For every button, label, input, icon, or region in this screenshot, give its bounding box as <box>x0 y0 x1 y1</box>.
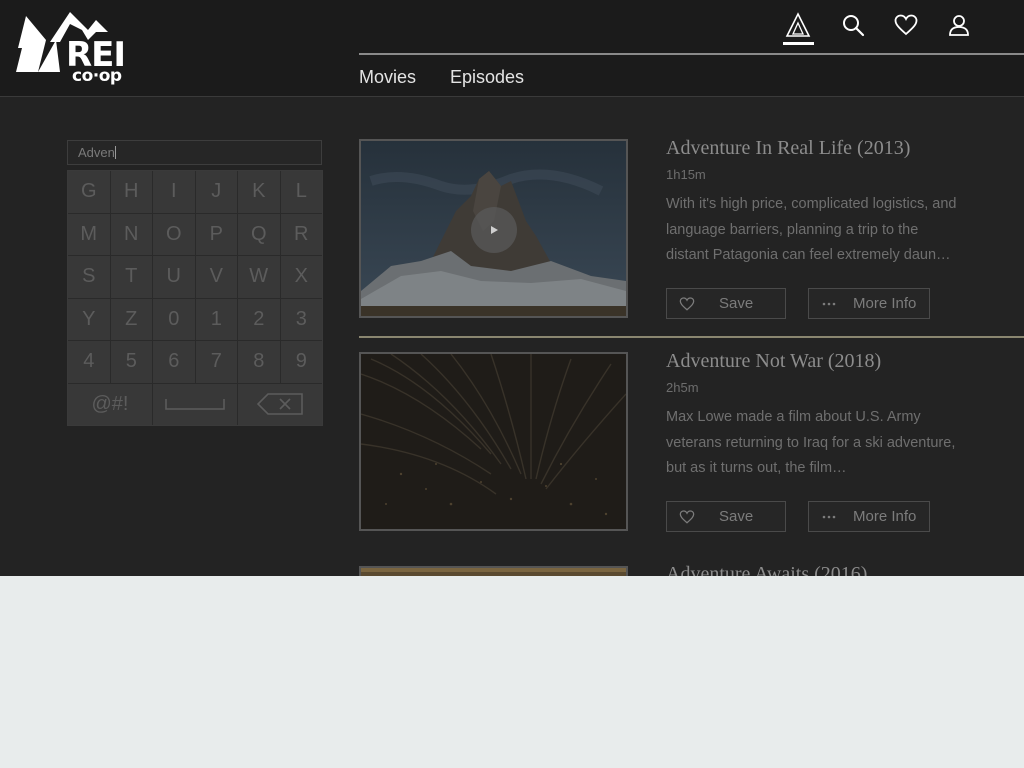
backspace-icon <box>256 393 303 416</box>
search-input[interactable]: Adven <box>67 140 322 165</box>
save-button[interactable]: Save <box>666 501 786 532</box>
search-icon[interactable] <box>838 10 868 40</box>
play-icon <box>491 226 498 234</box>
key[interactable]: X <box>280 256 322 298</box>
key[interactable]: V <box>195 256 237 298</box>
camp-icon[interactable] <box>783 10 813 40</box>
key[interactable]: G <box>68 171 110 213</box>
result-title[interactable]: Adventure Awaits (2016) <box>666 562 867 576</box>
result-item: Adventure Not War (2018) 2h5m Max Lowe m… <box>359 349 1024 552</box>
result-title[interactable]: Adventure In Real Life (2013) <box>666 136 910 160</box>
key[interactable]: P <box>195 213 237 255</box>
key[interactable]: L <box>280 171 322 213</box>
symbols-key[interactable]: @#! <box>68 383 152 425</box>
desert-image <box>361 568 626 576</box>
more-info-label: More Info <box>853 295 917 312</box>
tab-movies[interactable]: Movies <box>359 66 416 88</box>
app-screen: REI co·op Movies Episodes Adven G H I J … <box>0 0 1024 576</box>
space-icon <box>165 399 225 411</box>
key[interactable]: 3 <box>280 298 322 340</box>
result-description: Max Lowe made a film about U.S. Army vet… <box>666 409 956 476</box>
key[interactable]: N <box>110 213 152 255</box>
backspace-key[interactable] <box>238 383 322 425</box>
grass-image <box>361 354 626 529</box>
heart-icon <box>667 509 707 524</box>
key[interactable]: Y <box>68 298 110 340</box>
more-dots-icon <box>809 515 849 519</box>
result-description: With it's high price, complicated logist… <box>666 196 957 263</box>
key[interactable]: K <box>238 171 280 213</box>
key[interactable]: J <box>195 171 237 213</box>
play-button[interactable] <box>471 207 517 253</box>
save-label: Save <box>719 508 754 525</box>
movie-thumbnail[interactable] <box>359 139 628 318</box>
heart-icon[interactable] <box>891 10 921 40</box>
header: REI co·op Movies Episodes <box>0 0 1024 97</box>
key[interactable]: 2 <box>238 298 280 340</box>
key[interactable]: I <box>153 171 195 213</box>
header-divider <box>359 53 1024 55</box>
active-nav-indicator <box>783 42 814 45</box>
save-label: Save <box>719 295 754 312</box>
more-info-button[interactable]: More Info <box>808 501 930 532</box>
movie-thumbnail[interactable] <box>359 352 628 531</box>
more-info-button[interactable]: More Info <box>808 288 930 319</box>
key[interactable]: H <box>110 171 152 213</box>
key[interactable]: 4 <box>68 341 110 383</box>
rei-logo[interactable]: REI co·op <box>16 10 128 86</box>
movie-thumbnail[interactable] <box>359 566 628 576</box>
search-input-value: Adven <box>78 145 115 160</box>
result-duration: 2h5m <box>666 380 699 395</box>
key[interactable]: Q <box>238 213 280 255</box>
key[interactable]: 1 <box>195 298 237 340</box>
key[interactable]: U <box>153 256 195 298</box>
key[interactable]: 0 <box>153 298 195 340</box>
key[interactable]: 5 <box>110 341 152 383</box>
tab-episodes[interactable]: Episodes <box>450 66 524 88</box>
key[interactable]: 7 <box>195 341 237 383</box>
on-screen-keyboard: G H I J K L M N O P Q R S T U V W X Y Z … <box>67 170 323 426</box>
key[interactable]: W <box>238 256 280 298</box>
space-key[interactable] <box>153 383 237 425</box>
text-cursor <box>114 146 116 159</box>
key[interactable]: 9 <box>280 341 322 383</box>
key[interactable]: S <box>68 256 110 298</box>
user-icon[interactable] <box>944 10 974 40</box>
more-info-label: More Info <box>853 508 917 525</box>
heart-icon <box>667 296 707 311</box>
save-button[interactable]: Save <box>666 288 786 319</box>
key[interactable]: 8 <box>238 341 280 383</box>
key[interactable]: T <box>110 256 152 298</box>
key[interactable]: O <box>153 213 195 255</box>
key[interactable]: Z <box>110 298 152 340</box>
result-duration: 1h15m <box>666 167 706 182</box>
result-item: Adventure In Real Life (2013) 1h15m With… <box>359 136 1024 339</box>
result-item: Adventure Awaits (2016) <box>359 563 1024 576</box>
result-title[interactable]: Adventure Not War (2018) <box>666 349 881 373</box>
key[interactable]: M <box>68 213 110 255</box>
key[interactable]: R <box>280 213 322 255</box>
more-dots-icon <box>809 302 849 306</box>
logo-sub-text: co·op <box>72 66 122 86</box>
key[interactable]: 6 <box>153 341 195 383</box>
selection-divider <box>359 336 1024 338</box>
